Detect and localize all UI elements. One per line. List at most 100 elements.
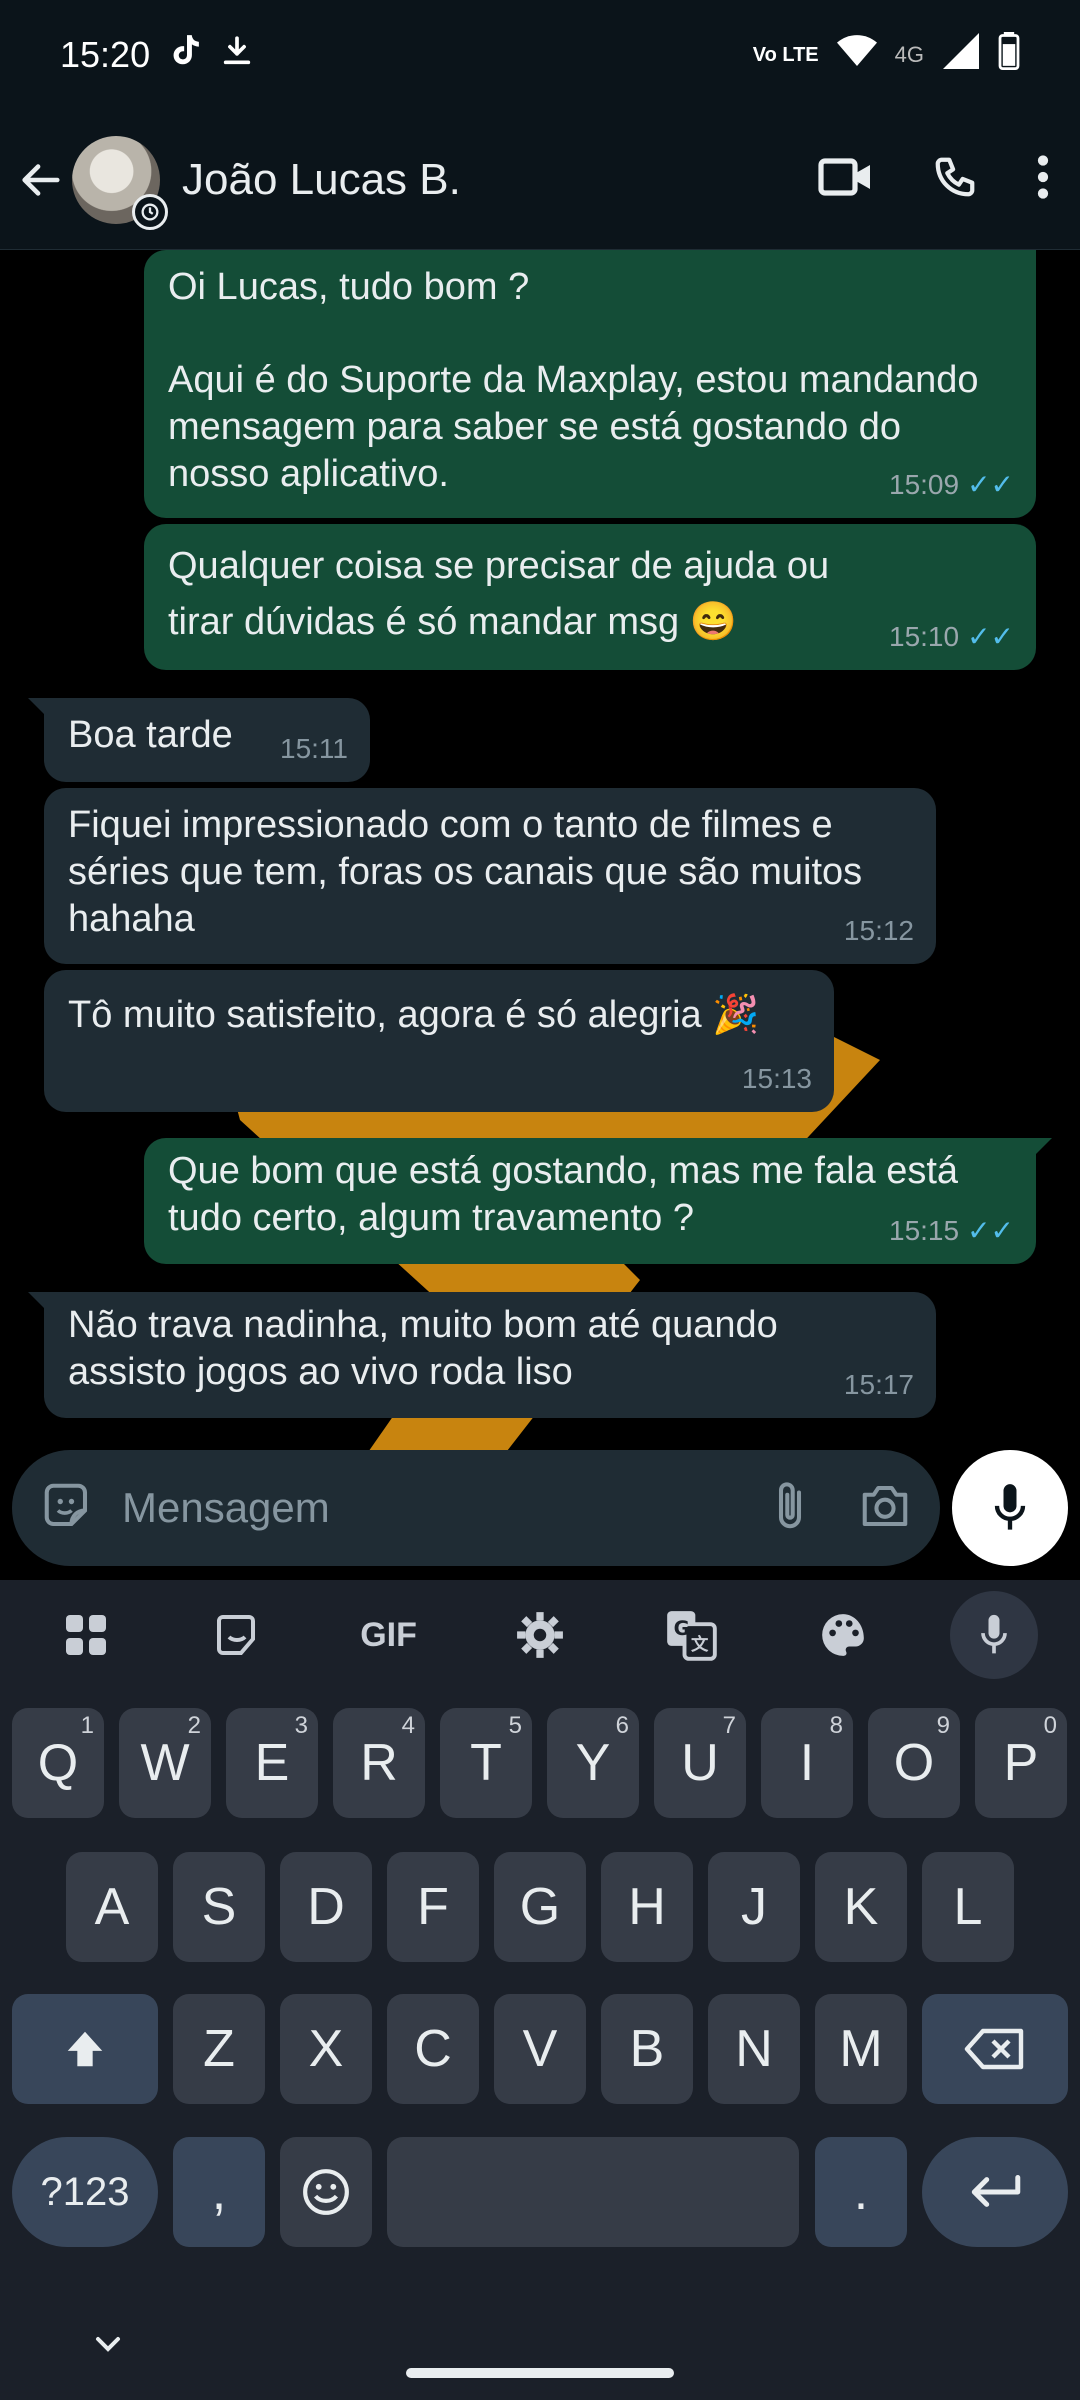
key-f[interactable]: F — [387, 1852, 479, 1962]
key-q[interactable]: Q1 — [12, 1708, 104, 1818]
emoji-icon — [303, 2169, 349, 2215]
keyboard-toolbar: GIF G文 — [0, 1580, 1080, 1690]
message-time: 15:11 — [280, 733, 348, 764]
key-u[interactable]: U7 — [654, 1708, 746, 1818]
mic-button[interactable] — [952, 1450, 1068, 1566]
key-e[interactable]: E3 — [226, 1708, 318, 1818]
back-arrow-icon — [22, 163, 60, 196]
message-bubble-incoming[interactable]: Não trava nadinha, muito bom até quando … — [28, 1292, 936, 1418]
message-composer — [12, 1450, 940, 1566]
message-bubble-incoming[interactable]: Fiquei impressionado com o tanto de film… — [44, 788, 936, 964]
status-time: 15:20 — [60, 34, 151, 75]
translate-icon[interactable]: G文 — [647, 1591, 735, 1679]
space-key[interactable] — [387, 2137, 799, 2247]
mic-icon — [994, 1484, 1026, 1530]
message-time: 15:10 — [889, 621, 960, 652]
signal-icon — [942, 32, 980, 78]
key-y[interactable]: Y6 — [547, 1708, 639, 1818]
backspace-icon — [964, 2028, 1024, 2070]
message-text: Oi Lucas, tudo bom ? — [168, 266, 530, 308]
video-call-icon[interactable] — [818, 157, 874, 202]
volte-icon: Vo LTE — [752, 44, 819, 66]
back-button[interactable] — [0, 140, 80, 220]
message-text: Aqui é do Suporte da Maxplay, estou mand… — [168, 359, 979, 495]
settings-icon[interactable] — [496, 1591, 584, 1679]
message-time: 15:15 — [889, 1215, 960, 1246]
key-n[interactable]: N — [708, 1994, 800, 2104]
message-time: 15:17 — [843, 1369, 914, 1400]
key-a[interactable]: A — [66, 1852, 158, 1962]
key-h[interactable]: H — [601, 1852, 693, 1962]
key-z[interactable]: Z — [173, 1994, 265, 2104]
key-w[interactable]: W2 — [119, 1708, 211, 1818]
keyboard-sticker-icon[interactable] — [193, 1591, 281, 1679]
key-d[interactable]: D — [280, 1852, 372, 1962]
tiktok-icon — [168, 31, 206, 80]
sticker-icon[interactable] — [40, 1479, 94, 1538]
composer-bar — [0, 1450, 1080, 1580]
message-text: Que bom que está gostando, mas me fala e… — [168, 1150, 959, 1239]
key-c[interactable]: C — [387, 1994, 479, 2104]
key-m[interactable]: M — [815, 1994, 907, 2104]
message-bubble-outgoing[interactable]: Qualquer coisa se precisar de ajuda ou t… — [144, 524, 1036, 670]
network-type: 4G — [894, 42, 924, 67]
enter-key[interactable] — [922, 2137, 1068, 2247]
keyboard: GIF G文 Q1 W2 E3 R4 T5 Y6 U7 I8 O9 P0 A S… — [0, 1580, 1080, 2400]
message-time: 15:09 — [889, 469, 960, 500]
key-s[interactable]: S — [173, 1852, 265, 1962]
message-bubble-incoming[interactable]: Tô muito satisfeito, agora é só alegria … — [44, 970, 834, 1112]
download-icon — [220, 31, 254, 80]
attach-icon[interactable] — [770, 1479, 810, 1538]
palette-icon[interactable] — [799, 1591, 887, 1679]
avatar[interactable] — [72, 135, 168, 230]
key-i[interactable]: I8 — [761, 1708, 853, 1818]
key-o[interactable]: O9 — [868, 1708, 960, 1818]
key-p[interactable]: P0 — [975, 1708, 1067, 1818]
key-b[interactable]: B — [601, 1994, 693, 2104]
key-t[interactable]: T5 — [440, 1708, 532, 1818]
svg-text:G: G — [674, 1617, 690, 1640]
key-j[interactable]: J — [708, 1852, 800, 1962]
read-receipt-icon: ✓✓ — [967, 469, 1014, 500]
emoji-key[interactable] — [280, 2137, 372, 2247]
voice-input-icon[interactable] — [950, 1591, 1039, 1679]
shift-key[interactable] — [12, 1994, 158, 2104]
message-text: Qualquer coisa se precisar de ajuda ou t… — [168, 545, 830, 643]
message-text: Fiquei impressionado com o tanto de film… — [68, 804, 863, 940]
key-l[interactable]: L — [922, 1852, 1014, 1962]
voice-call-icon[interactable] — [932, 154, 978, 205]
apps-grid-icon[interactable] — [42, 1591, 130, 1679]
message-bubble-outgoing[interactable]: Que bom que está gostando, mas me fala e… — [144, 1138, 1052, 1264]
camera-icon[interactable] — [858, 1481, 912, 1536]
backspace-key[interactable] — [922, 1994, 1068, 2104]
key-v[interactable]: V — [494, 1994, 586, 2104]
key-r[interactable]: R4 — [333, 1708, 425, 1818]
more-options-icon[interactable] — [1036, 155, 1050, 204]
battery-icon — [998, 31, 1020, 79]
symbols-key[interactable]: ?123 — [12, 2137, 158, 2247]
message-text: Não trava nadinha, muito bom até quando … — [68, 1304, 778, 1393]
comma-key[interactable]: , — [173, 2137, 265, 2247]
shift-icon — [67, 2031, 103, 2067]
navigation-bar — [0, 2300, 1080, 2400]
message-time: 15:13 — [741, 1063, 812, 1094]
key-k[interactable]: K — [815, 1852, 907, 1962]
chat-area[interactable]: Oi Lucas, tudo bom ? Aqui é do Suporte d… — [0, 250, 1080, 1450]
message-time: 15:12 — [843, 915, 914, 946]
hide-keyboard-icon[interactable] — [88, 2324, 128, 2369]
key-g[interactable]: G — [494, 1852, 586, 1962]
read-receipt-icon: ✓✓ — [967, 1215, 1014, 1246]
contact-name[interactable]: João Lucas B. — [182, 155, 461, 205]
chat-header: João Lucas B. — [0, 110, 1080, 250]
key-x[interactable]: X — [280, 1994, 372, 2104]
period-key[interactable]: . — [815, 2137, 907, 2247]
status-ring-icon — [132, 193, 168, 230]
svg-text:文: 文 — [691, 1634, 709, 1655]
message-bubble-incoming[interactable]: Boa tarde 15:11 — [28, 698, 370, 782]
message-input[interactable] — [122, 1484, 682, 1532]
read-receipt-icon: ✓✓ — [967, 621, 1014, 652]
home-gesture-handle[interactable] — [406, 2368, 674, 2378]
wifi-icon — [836, 33, 877, 78]
gif-button[interactable]: GIF — [345, 1591, 433, 1679]
message-bubble-outgoing[interactable]: Oi Lucas, tudo bom ? Aqui é do Suporte d… — [144, 250, 1036, 518]
